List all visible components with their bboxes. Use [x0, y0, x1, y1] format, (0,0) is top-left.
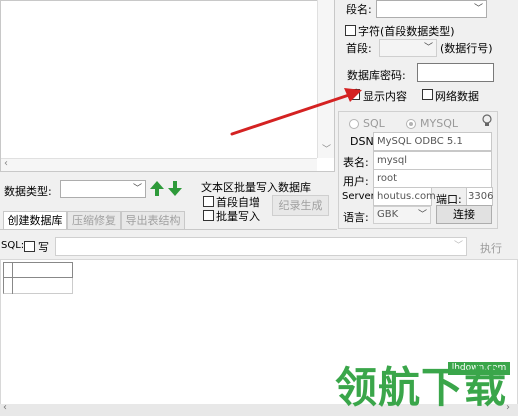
watermark-logo: lhdown.com 领航下载: [333, 350, 518, 412]
watermark-brand: 领航下载: [335, 363, 508, 412]
arrow-shaft: [230, 92, 354, 136]
